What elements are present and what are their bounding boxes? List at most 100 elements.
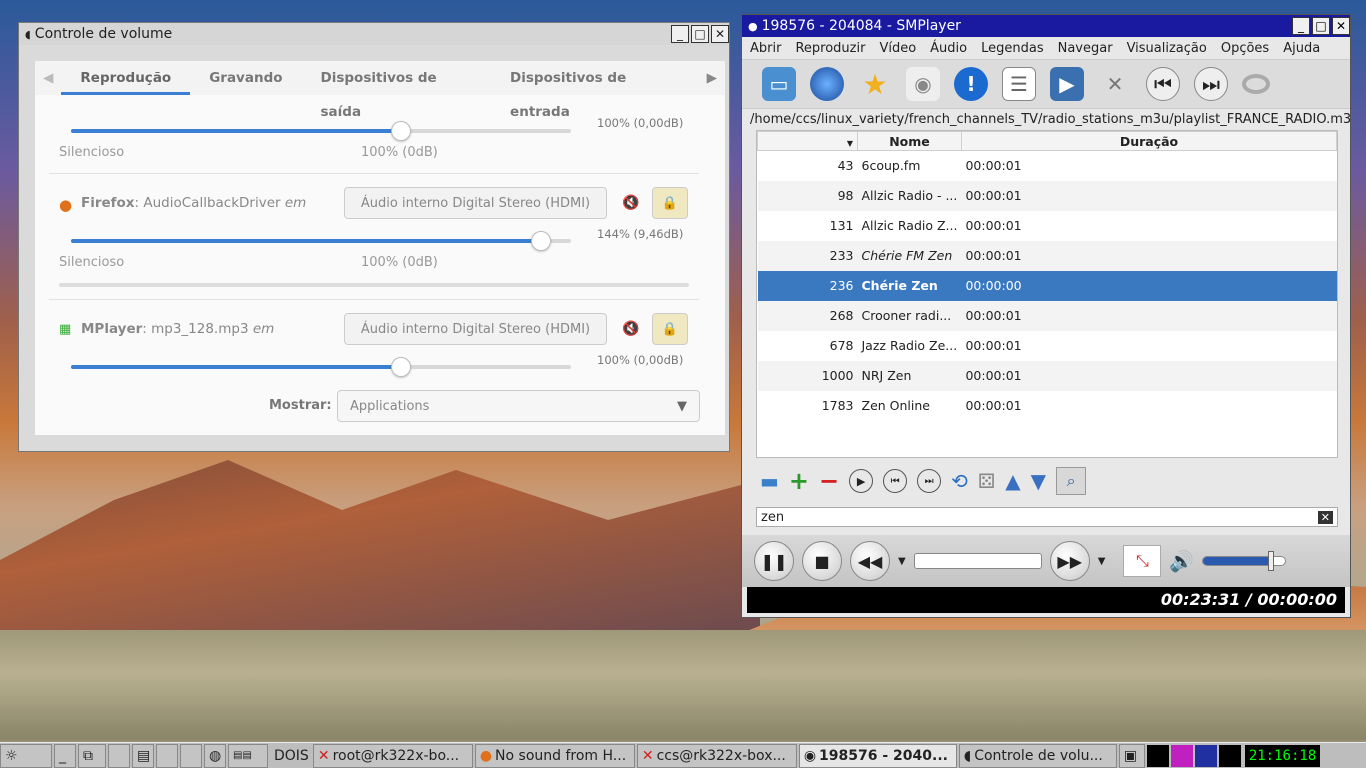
table-row[interactable]: 268 Crooner radi... 00:00:01 xyxy=(757,300,1337,331)
globe-icon[interactable]: ◍ xyxy=(204,743,226,768)
table-row[interactable]: 1000 NRJ Zen 00:00:01 xyxy=(757,360,1337,391)
master-volume-knob[interactable] xyxy=(391,121,411,141)
workspace-3[interactable] xyxy=(180,743,202,768)
table-row[interactable]: 1783 Zen Online 00:00:01 xyxy=(758,391,1337,421)
table-row[interactable]: 43 6coup.fm 00:00:01 xyxy=(758,151,1337,181)
menu-video[interactable]: Vídeo xyxy=(879,41,916,56)
table-row[interactable]: 131 Allzic Radio Z... 00:00:01 xyxy=(758,211,1337,241)
previous-icon[interactable]: ⏮ xyxy=(883,469,908,493)
menu-view[interactable]: Visualização xyxy=(1127,41,1207,56)
favorites-star-icon[interactable]: ★ xyxy=(858,67,892,101)
fullscreen-icon[interactable]: ⤡ xyxy=(1123,545,1162,577)
next-icon[interactable]: ⏭ xyxy=(1194,67,1228,101)
menu-audio[interactable]: Áudio xyxy=(930,41,967,56)
playlist-filter-input[interactable]: zen ✕ xyxy=(756,507,1338,527)
mute-icon[interactable]: 🔇 xyxy=(622,195,639,211)
tab-recording[interactable]: Gravando xyxy=(190,61,301,95)
tab-input-devices[interactable]: Dispositivos de entrada xyxy=(491,61,699,120)
repeat-icon[interactable]: ⟲ xyxy=(951,469,968,493)
screenshot-icon[interactable]: ◉ xyxy=(906,67,940,101)
file-manager-icon[interactable]: ▤ xyxy=(132,743,154,768)
shuffle-dice-icon[interactable]: ⚄ xyxy=(978,469,995,493)
volume-slider-knob[interactable] xyxy=(1268,551,1275,571)
playlist-icon[interactable]: ☰ xyxy=(1002,67,1036,101)
close-button[interactable]: ✕ xyxy=(711,25,729,43)
task-volume-control[interactable]: ◖ Controle de volu... xyxy=(958,743,1117,768)
start-menu-icon[interactable]: ☼ xyxy=(0,743,52,768)
menu-options[interactable]: Opções xyxy=(1221,41,1269,56)
seek-bar[interactable] xyxy=(913,553,1042,569)
stop-button[interactable]: ■ xyxy=(802,541,842,581)
open-folder-icon[interactable]: ▬ xyxy=(760,469,779,493)
clear-input-icon[interactable]: ✕ xyxy=(1317,510,1333,524)
row-number: 98 xyxy=(757,180,858,211)
maximize-button[interactable]: □ xyxy=(691,25,709,43)
table-row[interactable]: 678 Jazz Radio Ze... 00:00:01 xyxy=(758,331,1337,361)
task-firefox[interactable]: ● No sound from H... xyxy=(474,743,635,768)
show-dropdown[interactable]: Applications ▼ xyxy=(337,390,700,422)
printer-icon[interactable]: ▣ xyxy=(1118,743,1145,768)
table-row-selected[interactable]: 236 Chérie Zen 00:00:00 xyxy=(757,270,1337,301)
tools-icon[interactable]: ✕ xyxy=(1098,67,1132,101)
rewind-menu-chevron-icon[interactable]: ▼ xyxy=(898,556,906,567)
task-smplayer[interactable]: ◉ 198576 - 2040... xyxy=(798,743,957,768)
next-icon[interactable]: ⏭ xyxy=(917,469,942,493)
workspace-2[interactable] xyxy=(156,743,178,768)
stream-desc: : mp3_128.mp3 xyxy=(142,321,249,337)
video-preferences-icon[interactable]: ▶ xyxy=(1050,67,1084,101)
minimize-button[interactable]: _ xyxy=(1292,17,1310,35)
rewind-button[interactable]: ◀◀ xyxy=(850,541,890,581)
forward-button[interactable]: ▶▶ xyxy=(1049,541,1090,581)
tab-output-devices[interactable]: Dispositivos de saída xyxy=(302,61,492,120)
task-terminal-ccs[interactable]: ✕ ccs@rk322x-box... xyxy=(636,743,797,768)
lock-channels-button[interactable]: 🔒 xyxy=(652,187,688,219)
table-row[interactable]: 98 Allzic Radio - ... 00:00:01 xyxy=(757,180,1337,211)
row-duration: 00:00:01 xyxy=(961,360,1337,391)
add-icon[interactable]: + xyxy=(789,467,809,495)
workspace-1[interactable] xyxy=(108,743,130,768)
tab-scroll-right-icon[interactable]: ▶ xyxy=(699,70,725,86)
volume-speaker-icon[interactable]: 🔊 xyxy=(1169,549,1194,573)
column-header-name[interactable]: Nome xyxy=(857,131,962,151)
column-header-duration[interactable]: Duração xyxy=(960,131,1338,151)
mplayer-device-button[interactable]: Áudio interno Digital Stereo (HDMI) xyxy=(344,313,607,345)
lock-channels-button[interactable]: 🔒 xyxy=(652,313,688,345)
mplayer-volume-knob[interactable] xyxy=(391,357,411,377)
workspace-pager-icon[interactable]: ▤▤ xyxy=(228,743,268,768)
mute-icon[interactable]: 🔇 xyxy=(622,321,639,337)
window-list-icon[interactable]: ⧉ xyxy=(78,743,106,768)
move-up-icon[interactable]: ▲ xyxy=(1005,469,1020,493)
taskbar-label[interactable]: DOIS xyxy=(274,748,309,764)
menu-help[interactable]: Ajuda xyxy=(1283,41,1320,56)
menu-open[interactable]: Abrir xyxy=(750,41,781,56)
open-folder-icon[interactable]: ▭ xyxy=(762,67,796,101)
previous-icon[interactable]: ⏮ xyxy=(1146,67,1180,101)
search-icon[interactable]: ⌕ xyxy=(1056,467,1087,495)
smplayer-titlebar[interactable]: ● 198576 - 204084 - SMPlayer _ □ ✕ xyxy=(742,15,1350,37)
remove-icon[interactable]: − xyxy=(819,467,839,495)
tab-playback[interactable]: Reprodução xyxy=(61,61,191,95)
info-icon[interactable]: ! xyxy=(954,67,988,101)
move-down-icon[interactable]: ▼ xyxy=(1031,469,1046,493)
maximize-button[interactable]: □ xyxy=(1312,17,1330,35)
menu-play[interactable]: Reproduzir xyxy=(795,41,865,56)
close-button[interactable]: ✕ xyxy=(1332,17,1350,35)
app-icon: ● xyxy=(748,19,758,33)
menu-browse[interactable]: Navegar xyxy=(1058,41,1113,56)
firefox-device-button[interactable]: Áudio interno Digital Stereo (HDMI) xyxy=(344,187,607,219)
menu-subtitles[interactable]: Legendas xyxy=(981,41,1044,56)
pause-button[interactable]: ❚❚ xyxy=(754,541,794,581)
tab-scroll-left-icon[interactable]: ◀ xyxy=(35,70,61,86)
task-terminal-root[interactable]: ✕ root@rk322x-bo... xyxy=(312,743,473,768)
show-desktop-icon[interactable]: _ xyxy=(54,743,76,768)
column-header-number[interactable]: ▼ xyxy=(757,131,858,151)
audio-ring-icon[interactable] xyxy=(1242,74,1270,94)
table-row[interactable]: 233 Chérie FM Zen 00:00:01 xyxy=(757,240,1337,271)
forward-menu-chevron-icon[interactable]: ▼ xyxy=(1098,556,1106,567)
play-icon[interactable]: ▶ xyxy=(849,469,874,493)
minimize-button[interactable]: _ xyxy=(671,25,689,43)
firefox-volume-knob[interactable] xyxy=(531,231,551,251)
globe-icon[interactable] xyxy=(810,67,844,101)
volume-slider[interactable] xyxy=(1202,551,1287,571)
volume-titlebar[interactable]: ◖ Controle de volume _ □ ✕ xyxy=(19,23,729,45)
